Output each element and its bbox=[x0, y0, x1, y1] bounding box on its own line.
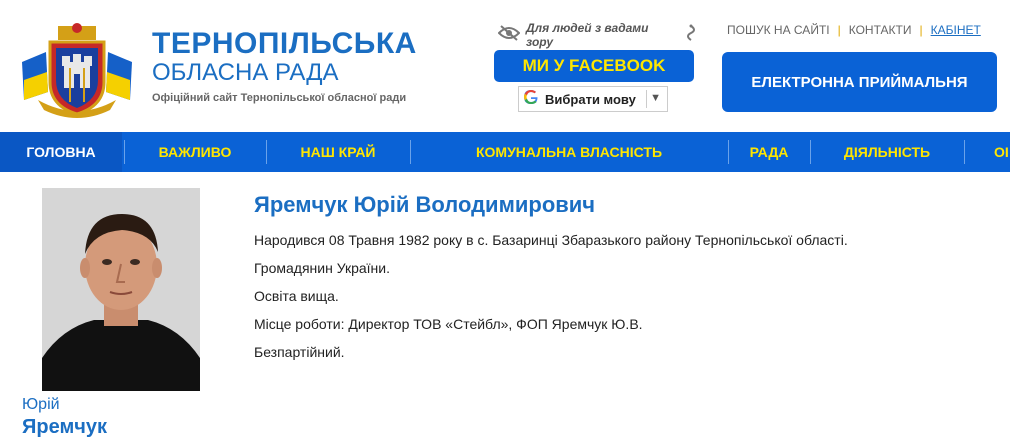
facebook-button[interactable]: МИ У FACEBOOK bbox=[494, 50, 694, 82]
contacts-link[interactable]: КОНТАКТИ bbox=[849, 23, 912, 37]
nav-item-more[interactable]: ОІ bbox=[980, 132, 1010, 172]
pinwheel-icon bbox=[684, 24, 698, 47]
google-g-icon bbox=[523, 89, 539, 110]
language-label: Вибрати мову bbox=[545, 91, 636, 107]
bio-line: Безпартійний. bbox=[254, 344, 345, 360]
title-main: ТЕРНОПІЛЬСЬКА bbox=[152, 27, 417, 60]
title-description: Офіційний сайт Тернопільської обласної р… bbox=[152, 92, 407, 104]
nav-divider bbox=[266, 140, 267, 164]
bio-line: Місце роботи: Директор ТОВ «Стейбл», ФОП… bbox=[254, 316, 643, 332]
eye-icon bbox=[497, 24, 521, 46]
nav-divider bbox=[728, 140, 729, 164]
coat-of-arms-logo[interactable] bbox=[18, 22, 136, 118]
link-divider: | bbox=[837, 23, 841, 37]
nav-divider bbox=[964, 140, 965, 164]
nav-item-communal-property[interactable]: КОМУНАЛЬНА ВЛАСНІСТЬ bbox=[412, 132, 726, 172]
search-link[interactable]: ПОШУК НА САЙТІ bbox=[727, 23, 830, 37]
bio-line: Освіта вища. bbox=[254, 288, 339, 304]
bio-line: Народився 08 Травня 1982 року в с. Базар… bbox=[254, 232, 848, 248]
nav-item-council[interactable]: РАДА bbox=[730, 132, 808, 172]
nav-item-our-region[interactable]: НАШ КРАЙ bbox=[268, 132, 408, 172]
nav-divider bbox=[810, 140, 811, 164]
nav-item-activity[interactable]: ДІЯЛЬНІСТЬ bbox=[812, 132, 962, 172]
person-first-name: Юрій bbox=[22, 396, 60, 413]
site-header: ТЕРНОПІЛЬСЬКА ОБЛАСНА РАДА Офіційний сай… bbox=[0, 0, 1010, 132]
accessibility-link[interactable]: Для людей з вадами зору bbox=[497, 21, 698, 49]
chevron-down-icon: ▼ bbox=[650, 92, 661, 104]
main-nav: ГОЛОВНА ВАЖЛИВО НАШ КРАЙ КОМУНАЛЬНА ВЛАС… bbox=[0, 132, 1010, 172]
person-photo bbox=[42, 188, 200, 391]
nav-divider bbox=[124, 140, 125, 164]
language-select[interactable]: Вибрати мову ▼ bbox=[518, 86, 668, 112]
title-sub: ОБЛАСНА РАДА bbox=[152, 59, 339, 86]
e-reception-button[interactable]: ЕЛЕКТРОННА ПРИЙМАЛЬНЯ bbox=[722, 52, 997, 112]
cabinet-link[interactable]: КАБІНЕТ bbox=[931, 23, 981, 37]
person-last-name: Яремчук bbox=[22, 416, 107, 438]
top-links: ПОШУК НА САЙТІ | КОНТАКТИ | КАБІНЕТ bbox=[727, 23, 981, 37]
bio-line: Громадянин України. bbox=[254, 260, 390, 276]
link-divider: | bbox=[919, 23, 923, 37]
nav-item-important[interactable]: ВАЖЛИВО bbox=[126, 132, 264, 172]
site-title[interactable]: ТЕРНОПІЛЬСЬКА ОБЛАСНА РАДА Офіційний сай… bbox=[152, 27, 417, 105]
language-divider bbox=[646, 90, 647, 108]
page-title: Яремчук Юрій Володимирович bbox=[254, 192, 596, 217]
nav-item-home[interactable]: ГОЛОВНА bbox=[0, 132, 122, 172]
nav-divider bbox=[410, 140, 411, 164]
accessibility-label: Для людей з вадами зору bbox=[526, 21, 649, 49]
